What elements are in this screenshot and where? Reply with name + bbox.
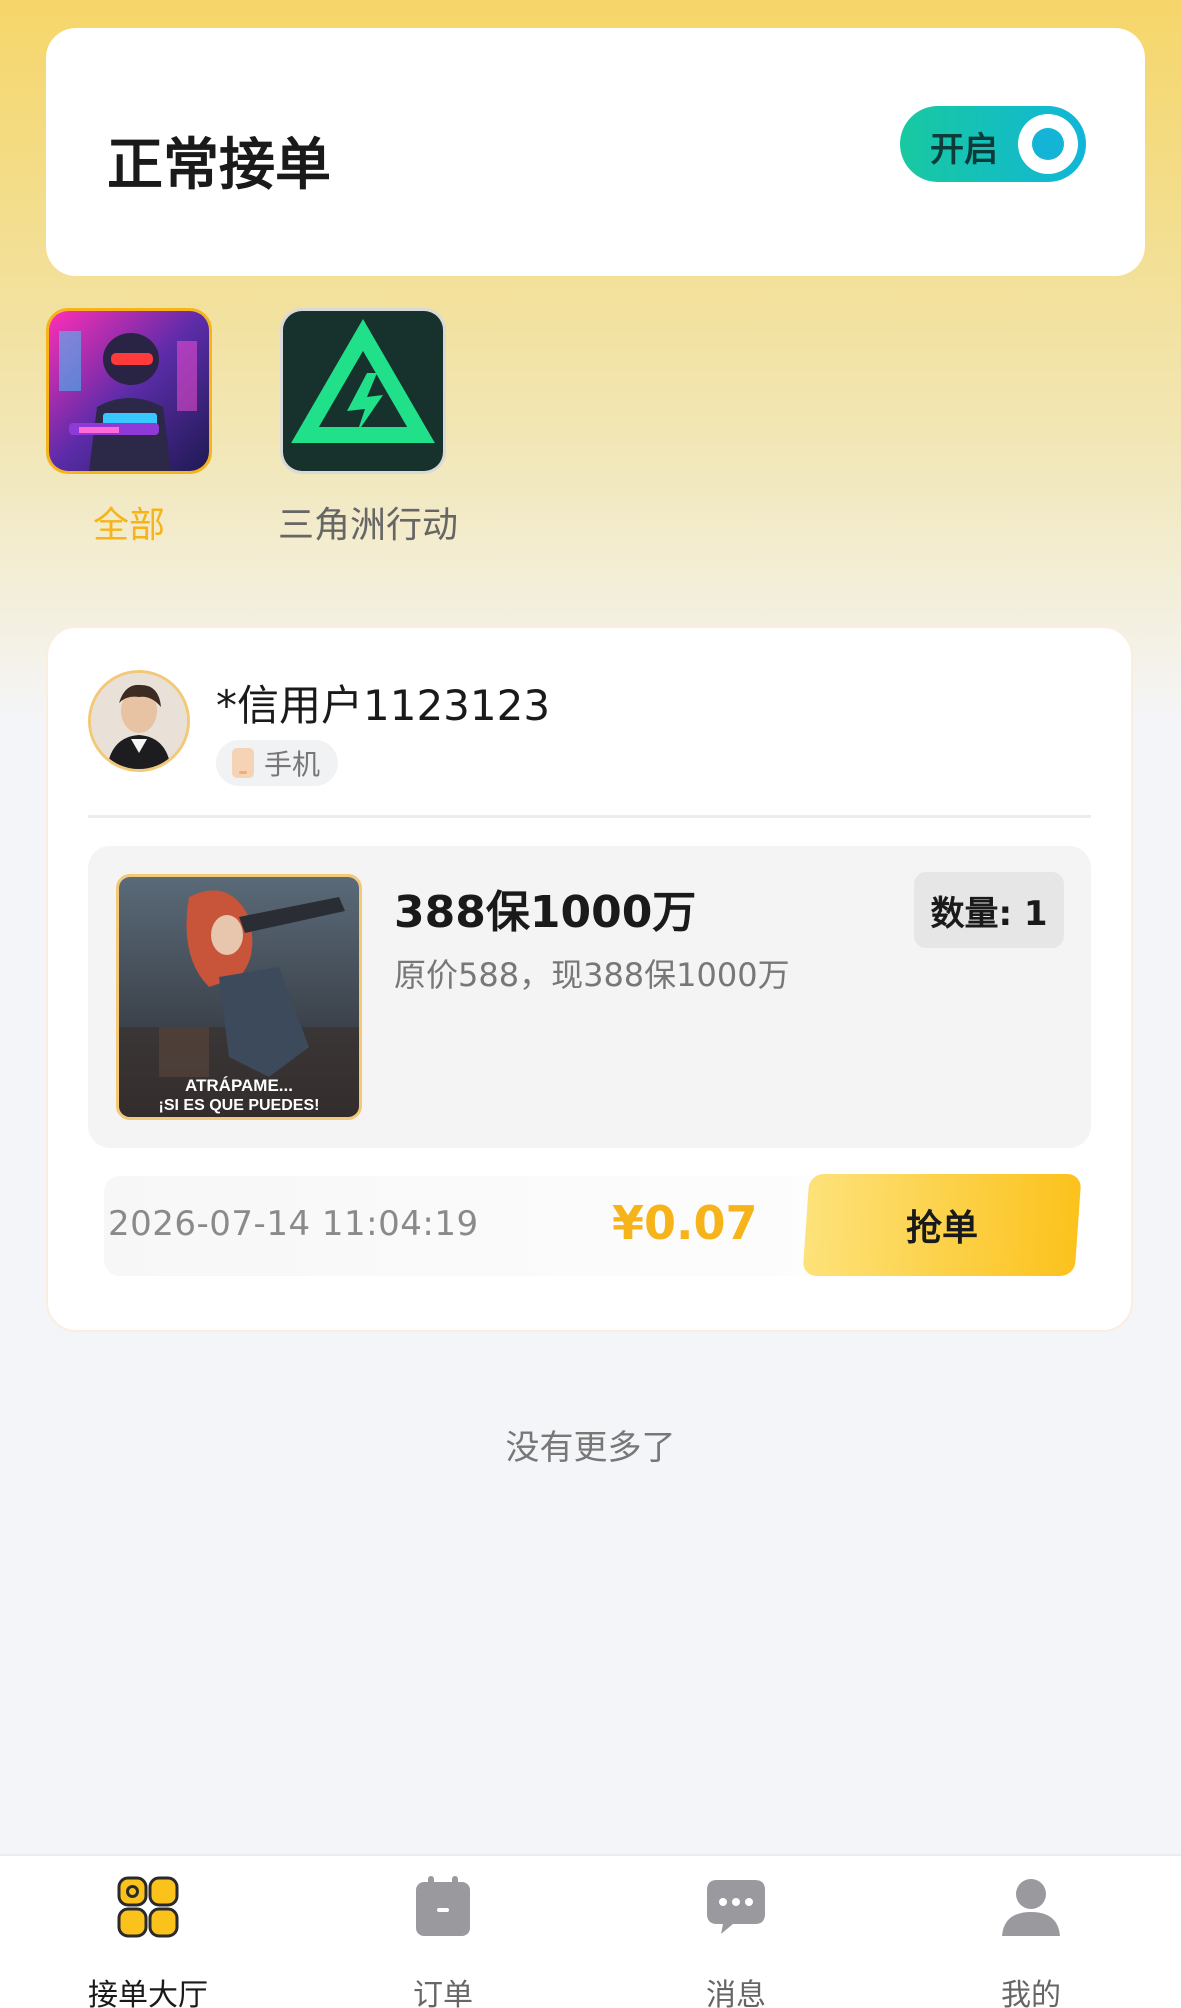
accept-orders-title: 正常接单 [107,133,331,198]
nav-label: 订单 [413,1978,473,2008]
nav-item-messages[interactable]: 消息 [636,1874,836,2008]
toggle-label: 开启 [930,130,998,170]
nav-item-hall[interactable]: 接单大厅 [48,1874,248,2008]
order-card: *信用户1123123 手机 ATRÁPAME... ¡SI ES QUE PU… [46,626,1133,1332]
message-bubble-icon [703,1874,769,1940]
nav-item-profile[interactable]: 我的 [931,1874,1131,2008]
avatar [88,670,190,772]
toggle-knob-icon [1018,114,1078,174]
no-more-text: 没有更多了 [505,1428,676,1468]
soldier-game-icon [46,308,212,474]
order-calendar-icon [410,1874,476,1940]
category-delta-force[interactable]: 三角洲行动 [278,308,459,548]
bottom-nav: 接单大厅 订单 消息 我的 [0,1854,1181,2008]
accept-orders-toggle[interactable]: 开启 [900,106,1086,182]
username: *信用户1123123 [216,681,551,730]
quantity-badge: 数量: 1 [914,872,1064,948]
nav-label: 接单大厅 [88,1978,208,2008]
order-time: 2026-07-14 11:04:19 [108,1204,479,1244]
category-label: 三角洲行动 [278,505,459,546]
grab-order-button[interactable]: 抢单 [802,1174,1082,1276]
user-profile-icon [998,1874,1064,1940]
hall-grid-icon [115,1874,181,1940]
product-description: 原价588，现388保1000万 [394,956,790,994]
product-box[interactable]: ATRÁPAME... ¡SI ES QUE PUEDES! 388保1000万… [88,846,1091,1148]
grab-order-label: 抢单 [905,1208,978,1249]
phone-icon [232,748,254,778]
product-title: 388保1000万 [394,887,697,938]
nav-item-orders[interactable]: 订单 [343,1874,543,2008]
svg-text:ATRÁPAME...: ATRÁPAME... [185,1076,293,1095]
device-tag: 手机 [216,740,339,786]
svg-text:¡SI ES QUE PUEDES!: ¡SI ES QUE PUEDES! [159,1097,320,1114]
device-label: 手机 [264,748,321,781]
nav-label: 消息 [706,1978,766,2008]
product-image: ATRÁPAME... ¡SI ES QUE PUEDES! [116,874,362,1120]
order-price: ¥0.07 [612,1196,758,1250]
accept-orders-card: 正常接单 开启 [46,28,1145,276]
delta-force-logo-icon [280,308,446,474]
category-all[interactable]: 全部 [44,308,214,548]
divider [88,815,1091,818]
nav-label: 我的 [1001,1978,1061,2008]
category-label: 全部 [92,505,165,546]
